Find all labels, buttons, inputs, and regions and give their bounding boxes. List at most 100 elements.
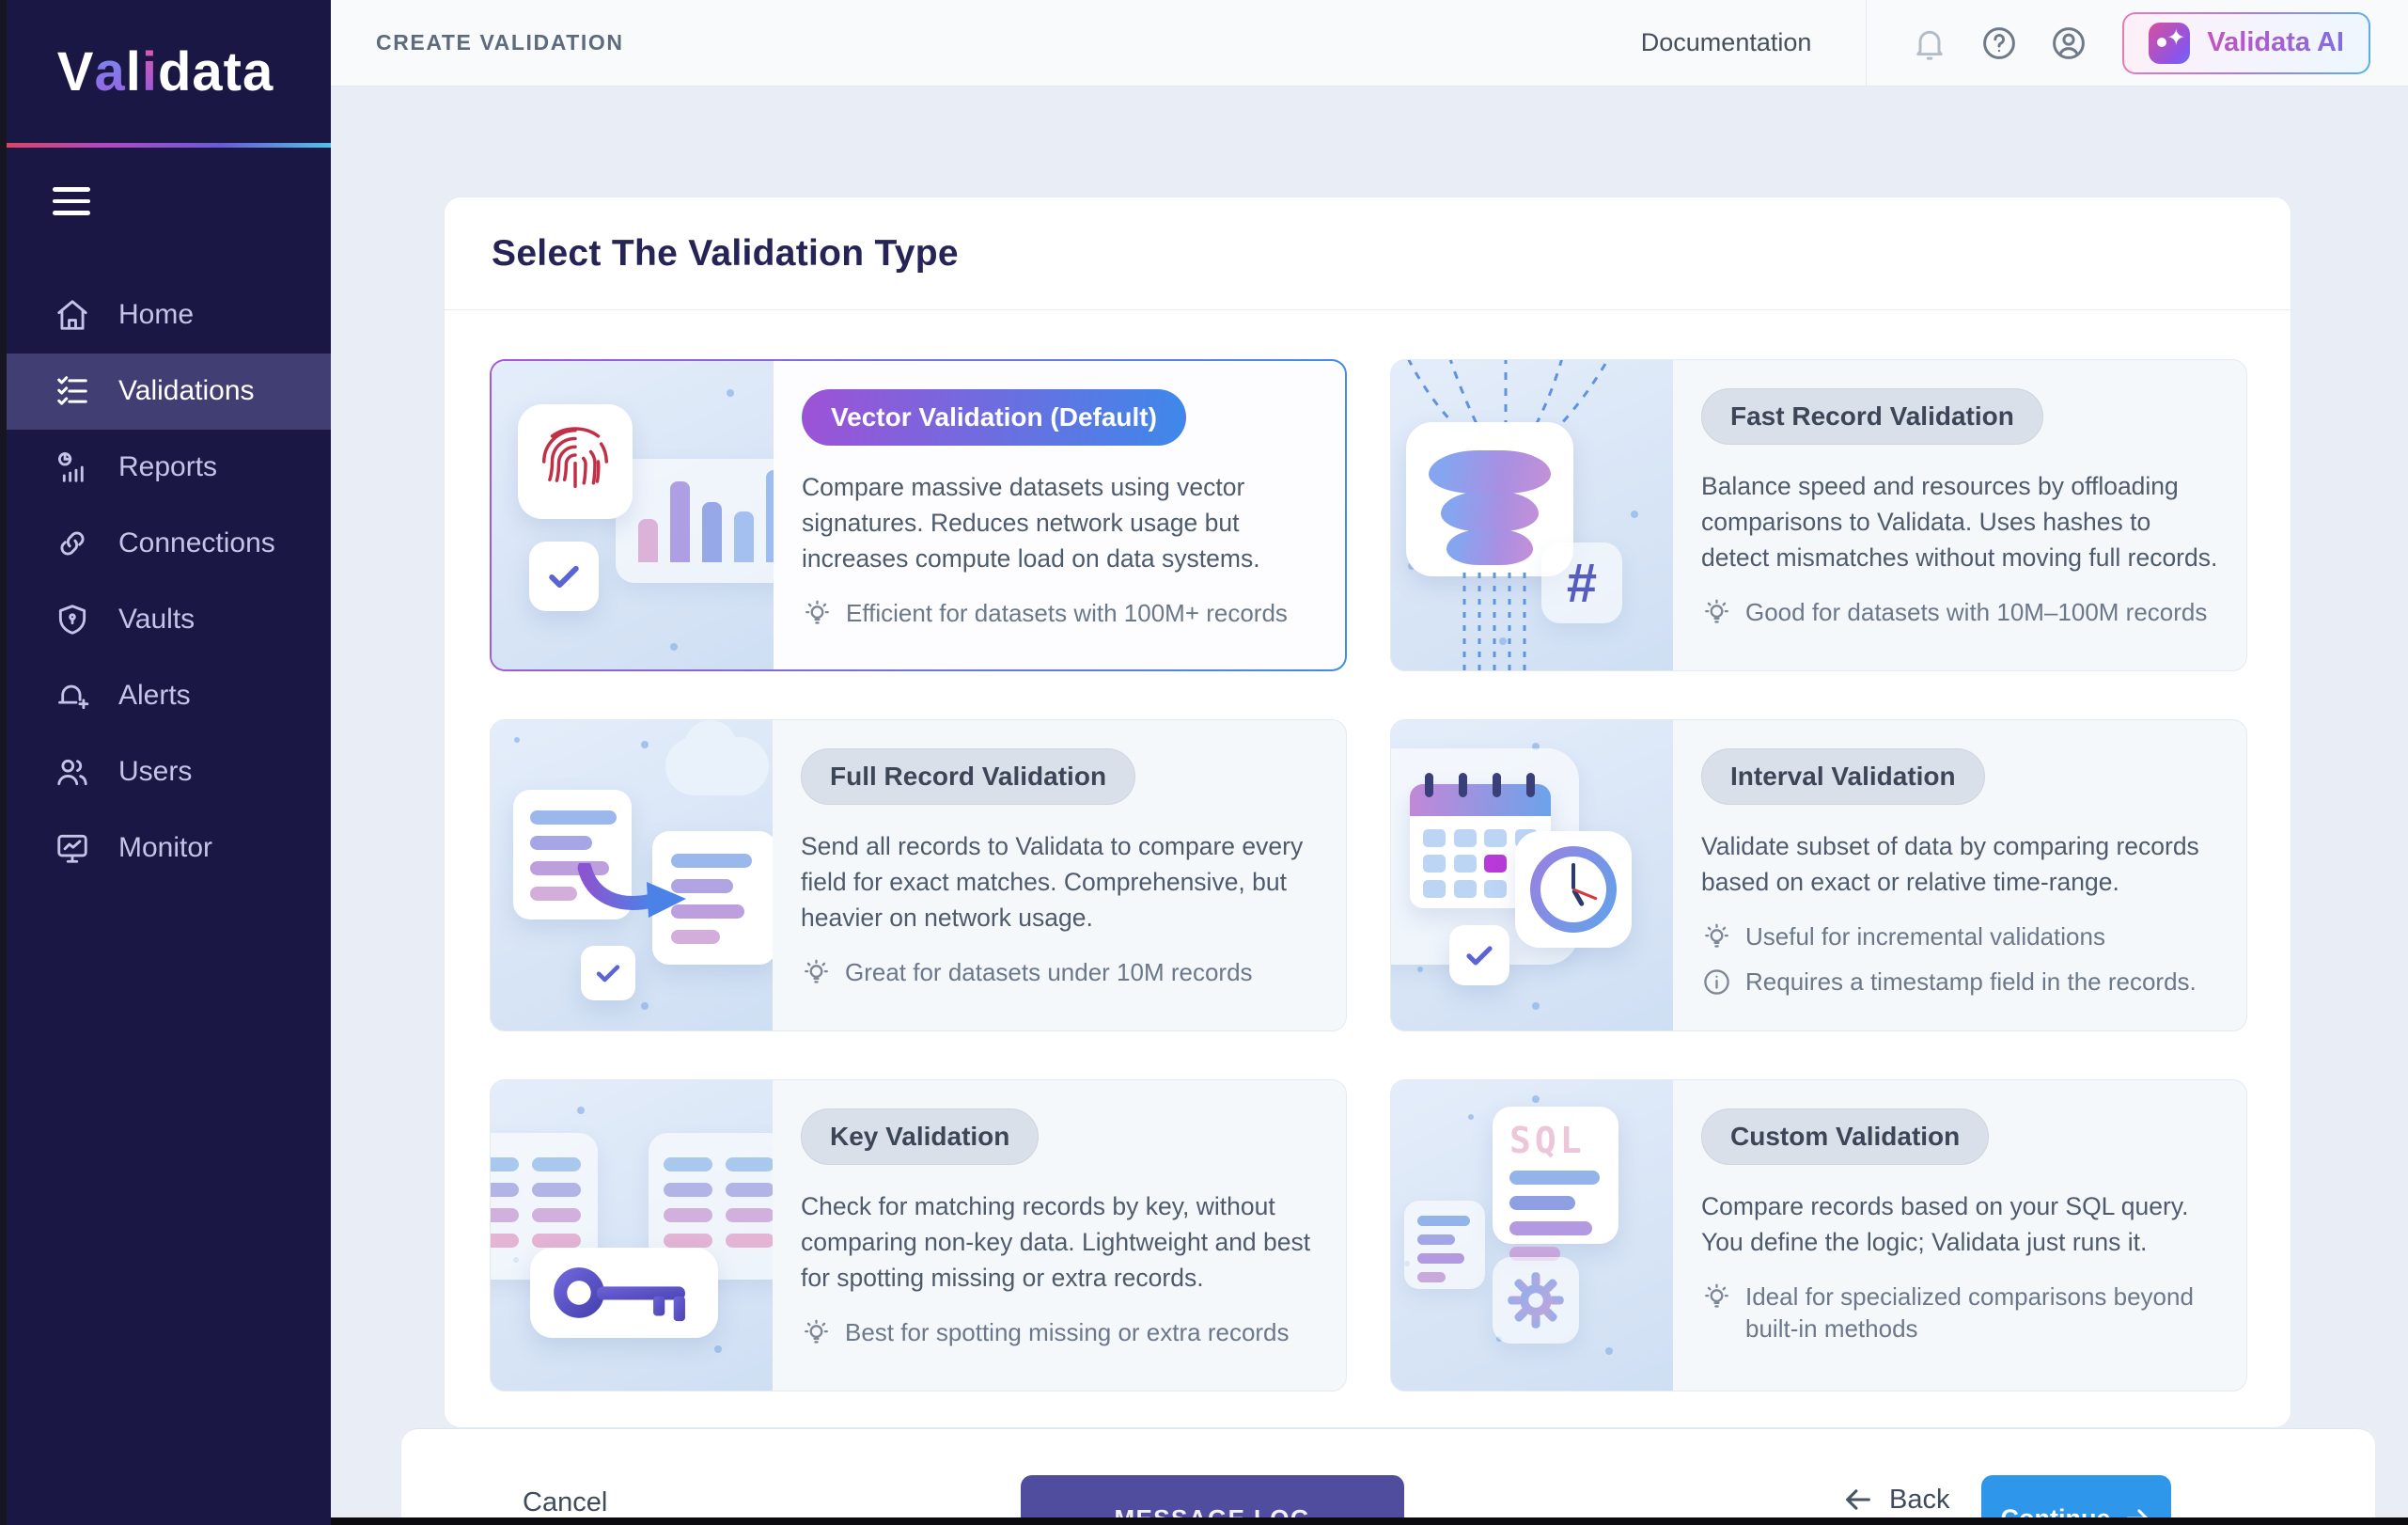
link-icon [55, 526, 90, 561]
logo-segment: a [94, 40, 125, 103]
gear-icon [1507, 1271, 1565, 1329]
check-icon [592, 957, 624, 989]
hash-glyph: # [1567, 552, 1597, 615]
logo-segment: V [57, 40, 95, 103]
calendar-clock-illustration [1391, 720, 1673, 1030]
card-hint: Great for datasets under 10M records [801, 956, 1318, 988]
validation-cards-grid: Vector Validation (Default) Compare mass… [445, 310, 2291, 1440]
logo-segment: i [142, 40, 158, 103]
card-interval-validation[interactable]: Interval Validation Validate subset of d… [1390, 719, 2247, 1031]
validation-type-panel: Select The Validation Type [444, 197, 2291, 1428]
shield-icon [55, 602, 90, 637]
card-badge: Key Validation [801, 1108, 1039, 1165]
sidebar-nav: Home Validations Reports Connections Vau… [0, 277, 331, 887]
sidebar-item-validations[interactable]: Validations [0, 354, 331, 430]
card-fast-record-validation[interactable]: # Fast Record Validation Balance speed a… [1390, 359, 2247, 671]
key-icon [549, 1257, 699, 1328]
sidebar-item-label: Reports [118, 451, 217, 483]
lightbulb-icon [1701, 597, 1732, 628]
sidebar-item-home[interactable]: Home [0, 277, 331, 354]
sql-gear-illustration: SQL [1391, 1080, 1673, 1391]
card-vector-validation[interactable]: Vector Validation (Default) Compare mass… [490, 359, 1347, 671]
sidebar-item-label: Vaults [118, 604, 195, 636]
cancel-button[interactable]: Cancel [523, 1487, 607, 1518]
ai-chat-sparkle-icon [2149, 23, 2190, 64]
lightbulb-icon [802, 598, 833, 629]
fingerprint-icon [536, 422, 615, 501]
transfer-arrow-icon [577, 863, 692, 923]
bell-plus-icon [55, 678, 90, 714]
clock-icon [1530, 846, 1617, 933]
menu-toggle-icon[interactable] [53, 187, 90, 223]
card-badge: Full Record Validation [801, 748, 1135, 805]
check-icon [543, 556, 585, 597]
tables-key-illustration [491, 1080, 773, 1391]
arrow-left-icon [1842, 1484, 1874, 1516]
sidebar-item-label: Alerts [118, 680, 191, 712]
monitor-icon [55, 830, 90, 866]
sidebar-item-label: Users [118, 756, 192, 788]
card-description: Check for matching records by key, witho… [801, 1188, 1318, 1296]
card-badge: Vector Validation (Default) [802, 389, 1186, 446]
card-key-validation[interactable]: Key Validation Check for matching record… [490, 1079, 1347, 1391]
sidebar-item-vaults[interactable]: Vaults [0, 582, 331, 658]
validata-ai-button[interactable]: Validata AI [2122, 12, 2370, 74]
card-badge: Interval Validation [1701, 748, 1985, 805]
card-hint: Requires a timestamp field in the record… [1701, 966, 2218, 998]
sidebar-item-label: Connections [118, 527, 275, 559]
check-icon [1462, 937, 1497, 973]
card-custom-validation[interactable]: SQL [1390, 1079, 2247, 1391]
ai-button-label: Validata AI [2207, 27, 2344, 58]
back-button[interactable]: Back [1842, 1484, 1949, 1516]
card-hint: Efficient for datasets with 100M+ record… [802, 597, 1317, 629]
checklist-icon [55, 373, 90, 409]
lightbulb-icon [801, 1317, 832, 1348]
logo: Validata [0, 0, 331, 143]
topbar-divider [1866, 0, 1867, 86]
info-icon [1701, 967, 1732, 998]
sql-glyph: SQL [1509, 1120, 1618, 1161]
sidebar-item-connections[interactable]: Connections [0, 506, 331, 582]
card-description: Validate subset of data by comparing rec… [1701, 828, 2218, 900]
sidebar: Validata Home Validations Reports Connec… [0, 0, 331, 1525]
card-hint: Good for datasets with 10M–100M records [1701, 596, 2218, 628]
card-description: Compare records based on your SQL query.… [1701, 1188, 2218, 1260]
notifications-bell-icon[interactable] [1908, 22, 1951, 65]
window-edge [0, 0, 7, 1525]
back-button-label: Back [1889, 1485, 1949, 1516]
lightbulb-icon [1701, 921, 1732, 952]
card-full-record-validation[interactable]: Full Record Validation Send all records … [490, 719, 1347, 1031]
lightbulb-icon [801, 957, 832, 988]
document-transfer-illustration [491, 720, 773, 1030]
page-title: Select The Validation Type [492, 233, 959, 275]
help-icon[interactable] [1978, 22, 2021, 65]
panel-header: Select The Validation Type [445, 197, 2291, 310]
funnel-hash-illustration: # [1391, 360, 1673, 670]
footer-action-bar: Cancel MESSAGE LOG Back Continue [401, 1428, 2375, 1525]
card-description: Balance speed and resources by offloadin… [1701, 468, 2218, 575]
sidebar-item-label: Monitor [118, 832, 212, 864]
sidebar-item-users[interactable]: Users [0, 734, 331, 810]
gradient-divider [0, 143, 331, 148]
account-icon[interactable] [2047, 22, 2090, 65]
topbar: CREATE VALIDATION Documentation Validata… [331, 0, 2408, 86]
sidebar-item-label: Home [118, 299, 194, 331]
chart-icon [55, 449, 90, 485]
card-hint: Useful for incremental validations [1701, 920, 2218, 952]
sidebar-item-reports[interactable]: Reports [0, 430, 331, 506]
card-description: Send all records to Validata to compare … [801, 828, 1318, 935]
card-hint: Ideal for specialized comparisons beyond… [1701, 1281, 2218, 1344]
card-description: Compare massive datasets using vector si… [802, 469, 1317, 576]
users-icon [55, 754, 90, 790]
card-hint: Best for spotting missing or extra recor… [801, 1316, 1318, 1348]
documentation-link[interactable]: Documentation [1641, 28, 1812, 57]
card-badge: Custom Validation [1701, 1108, 1989, 1165]
sidebar-item-label: Validations [118, 375, 255, 407]
logo-segment: data [158, 40, 274, 103]
content-area: Select The Validation Type [331, 86, 2408, 1525]
main-area: CREATE VALIDATION Documentation Validata… [331, 0, 2408, 1525]
card-badge: Fast Record Validation [1701, 388, 2043, 445]
sidebar-item-alerts[interactable]: Alerts [0, 658, 331, 734]
sidebar-item-monitor[interactable]: Monitor [0, 810, 331, 887]
app-window: Validata Home Validations Reports Connec… [0, 0, 2408, 1525]
